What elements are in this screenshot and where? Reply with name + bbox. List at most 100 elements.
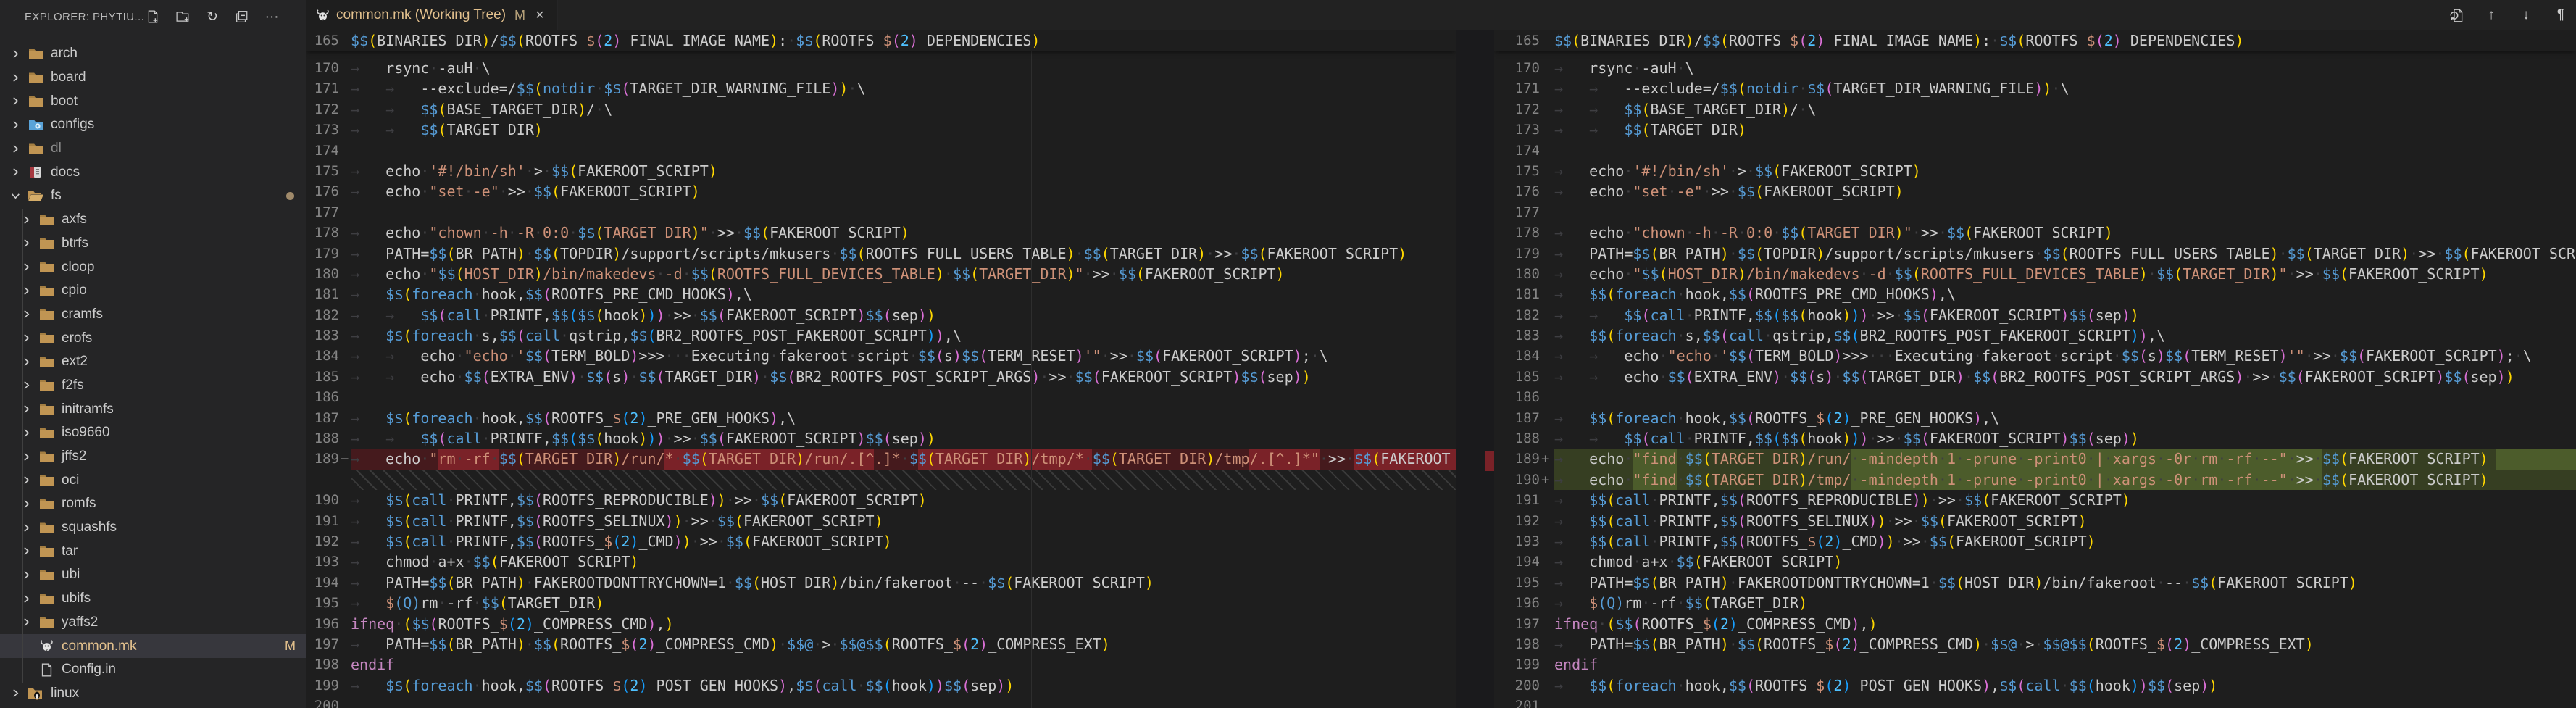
code-line-right-187[interactable]: 187→$$(foreach·hook,$$(ROOTFS_$(2)_PRE_G… [1494, 408, 2576, 428]
code-line-left-188[interactable]: 188→→$$(call·PRINTF,$$($$(hook)))·>>·$$(… [306, 428, 1456, 449]
open-file-icon[interactable] [2448, 7, 2464, 23]
code-line-left-194[interactable]: 194→PATH=$$(BR_PATH)·FAKEROOTDONTTRYCHOW… [306, 572, 1456, 593]
code-line-left-170[interactable]: 170→rsync·-auH·\ [306, 58, 1456, 78]
code-line-left-186[interactable]: 186 [306, 387, 1456, 407]
explorer-item-cloop[interactable]: cloop [0, 255, 306, 279]
more-actions-icon[interactable]: ··· [263, 8, 280, 25]
code-line-right-172[interactable]: 172→→$$(BASE_TARGET_DIR)/·\ [1494, 99, 2576, 120]
diff-line-added-right-190[interactable]: 190+→echo·"find·$$(TARGET_DIR)/tmp/·-min… [1494, 470, 2576, 490]
code-line-right-180[interactable]: 180→echo·"$$(HOST_DIR)/bin/makedevs·-d·$… [1494, 264, 2576, 284]
code-line-left-197[interactable]: 197→PATH=$$(BR_PATH)·$$(ROOTFS_$(2)_COMP… [306, 634, 1456, 654]
explorer-item-ext2[interactable]: ext2 [0, 350, 306, 374]
code-line-right-179[interactable]: 179→PATH=$$(BR_PATH)·$$(TOPDIR)/support/… [1494, 243, 2576, 264]
explorer-item-dl[interactable]: dl [0, 137, 306, 161]
diff-pane-original[interactable]: 170→rsync·-auH·\171→→--exclude=/$$(notdi… [306, 30, 1456, 708]
toggle-whitespace-icon[interactable]: ¶ [2553, 7, 2569, 23]
explorer-item-boot[interactable]: boot [0, 89, 306, 113]
new-folder-icon[interactable] [174, 8, 191, 25]
explorer-item-ubi[interactable]: ubi [0, 563, 306, 587]
explorer-item-Config.in[interactable]: Config.in [0, 658, 306, 682]
code-line-left-184[interactable]: 184→→echo·"echo·'$$(TERM_BOLD)>>>···Exec… [306, 346, 1456, 366]
code-line-left-192[interactable]: 192→$$(call·PRINTF,$$(ROOTFS_$(2)_CMD))·… [306, 531, 1456, 551]
explorer-item-linux[interactable]: linux [0, 682, 306, 706]
explorer-item-jffs2[interactable]: jffs2 [0, 445, 306, 469]
code-line-left-198[interactable]: 198endif [306, 654, 1456, 675]
code-line-right-184[interactable]: 184→→echo·"echo·'$$(TERM_BOLD)>>>···Exec… [1494, 346, 2576, 366]
code-line-left-180[interactable]: 180→echo·"$$(HOST_DIR)/bin/makedevs·-d·$… [306, 264, 1456, 284]
explorer-item-btrfs[interactable]: btrfs [0, 232, 306, 256]
code-line-left-177[interactable]: 177 [306, 202, 1456, 222]
code-line-left-193[interactable]: 193→chmod·a+x·$$(FAKEROOT_SCRIPT) [306, 551, 1456, 572]
diff-sash[interactable] [1456, 30, 1494, 708]
code-line-right-188[interactable]: 188→→$$(call·PRINTF,$$($$(hook)))·>>·$$(… [1494, 428, 2576, 449]
code-line-right-183[interactable]: 183→$$(foreach·s,$$(call·qstrip,$$(BR2_R… [1494, 325, 2576, 346]
code-line-left-199[interactable]: 199→$$(foreach·hook,$$(ROOTFS_$(2)_POST_… [306, 675, 1456, 696]
explorer-item-axfs[interactable]: axfs [0, 208, 306, 232]
code-line-right-171[interactable]: 171→→--exclude=/$$(notdir·$$(TARGET_DIR_… [1494, 78, 2576, 99]
diff-line-added-right-189[interactable]: 189+→echo·"find·$$(TARGET_DIR)/run/·-min… [1494, 449, 2576, 469]
explorer-item-squashfs[interactable]: squashfs [0, 516, 306, 540]
explorer-item-tar[interactable]: tar [0, 539, 306, 563]
code-line-left-182[interactable]: 182→→$$(call·PRINTF,$$($$(hook)))·>>·$$(… [306, 305, 1456, 325]
code-line-left-185[interactable]: 185→→echo·$$(EXTRA_ENV)·$$(s)·$$(TARGET_… [306, 367, 1456, 387]
code-line-left-191[interactable]: 191→$$(call·PRINTF,$$(ROOTFS_SELINUX))·>… [306, 511, 1456, 531]
code-line-left-195[interactable]: 195→$(Q)rm·-rf·$$(TARGET_DIR) [306, 593, 1456, 613]
explorer-item-ubifs[interactable]: ubifs [0, 587, 306, 611]
explorer-item-cpio[interactable]: cpio [0, 279, 306, 303]
code-line-right-191[interactable]: 191→$$(call·PRINTF,$$(ROOTFS_REPRODUCIBL… [1494, 490, 2576, 510]
code-line-right-176[interactable]: 176→echo·"set·-e"·>>·$$(FAKEROOT_SCRIPT) [1494, 181, 2576, 201]
code-line-right-193[interactable]: 193→$$(call·PRINTF,$$(ROOTFS_$(2)_CMD))·… [1494, 531, 2576, 551]
code-line-left-179[interactable]: 179→PATH=$$(BR_PATH)·$$(TOPDIR)/support/… [306, 243, 1456, 264]
explorer-item-fs[interactable]: fs [0, 184, 306, 208]
code-line-left-187[interactable]: 187→$$(foreach·hook,$$(ROOTFS_$(2)_PRE_G… [306, 408, 1456, 428]
code-line-left-171[interactable]: 171→→--exclude=/$$(notdir·$$(TARGET_DIR_… [306, 78, 1456, 99]
code-line-right-195[interactable]: 195→PATH=$$(BR_PATH)·FAKEROOTDONTTRYCHOW… [1494, 572, 2576, 593]
code-line-right-174[interactable]: 174 [1494, 141, 2576, 161]
refresh-icon[interactable]: ↻ [204, 8, 221, 25]
close-icon[interactable]: × [535, 7, 544, 24]
explorer-item-f2fs[interactable]: f2fs [0, 374, 306, 398]
code-line-left-174[interactable]: 174 [306, 141, 1456, 161]
code-line-left-190[interactable]: 190→$$(call·PRINTF,$$(ROOTFS_REPRODUCIBL… [306, 490, 1456, 510]
code-line-right-178[interactable]: 178→echo·"chown·-h·-R·0:0·$$(TARGET_DIR)… [1494, 222, 2576, 243]
code-line-right-170[interactable]: 170→rsync·-auH·\ [1494, 58, 2576, 78]
code-line-right-198[interactable]: 198→PATH=$$(BR_PATH)·$$(ROOTFS_$(2)_COMP… [1494, 634, 2576, 654]
code-line-right-185[interactable]: 185→→echo·$$(EXTRA_ENV)·$$(s)·$$(TARGET_… [1494, 367, 2576, 387]
code-line-right-201[interactable]: 201 [1494, 696, 2576, 708]
code-line-left-172[interactable]: 172→→$$(BASE_TARGET_DIR)/·\ [306, 99, 1456, 120]
code-line-left-196[interactable]: 196ifneq·($$(ROOTFS_$(2)_COMPRESS_CMD),) [306, 614, 1456, 634]
code-line-right-197[interactable]: 197ifneq·($$(ROOTFS_$(2)_COMPRESS_CMD),) [1494, 614, 2576, 634]
explorer-item-yaffs2[interactable]: yaffs2 [0, 611, 306, 635]
diff-line-removed-left-189[interactable]: 189−→echo·"rm·-rf·$$(TARGET_DIR)/run/*·$… [306, 449, 1456, 469]
code-line-right-173[interactable]: 173→→$$(TARGET_DIR) [1494, 120, 2576, 140]
explorer-item-docs[interactable]: docs [0, 160, 306, 184]
diff-pane-modified[interactable]: 170→rsync·-auH·\171→→--exclude=/$$(notdi… [1494, 30, 2576, 708]
explorer-item-arch[interactable]: arch [0, 42, 306, 66]
code-line-right-199[interactable]: 199endif [1494, 654, 2576, 675]
explorer-item-romfs[interactable]: romfs [0, 492, 306, 516]
code-line-right-196[interactable]: 196→$(Q)rm·-rf·$$(TARGET_DIR) [1494, 593, 2576, 613]
code-line-right-182[interactable]: 182→→$$(call·PRINTF,$$($$(hook)))·>>·$$(… [1494, 305, 2576, 325]
explorer-item-initramfs[interactable]: initramfs [0, 397, 306, 421]
code-line-right-177[interactable]: 177 [1494, 202, 2576, 222]
explorer-item-board[interactable]: board [0, 66, 306, 90]
explorer-item-iso9660[interactable]: iso9660 [0, 421, 306, 445]
code-line-right-186[interactable]: 186 [1494, 387, 2576, 407]
code-line-left-178[interactable]: 178→echo·"chown·-h·-R·0:0·$$(TARGET_DIR)… [306, 222, 1456, 243]
code-line-left-183[interactable]: 183→$$(foreach·s,$$(call·qstrip,$$(BR2_R… [306, 325, 1456, 346]
new-file-icon[interactable] [144, 8, 162, 25]
code-line-right-175[interactable]: 175→echo·'#!/bin/sh'·>·$$(FAKEROOT_SCRIP… [1494, 161, 2576, 181]
code-line-right-192[interactable]: 192→$$(call·PRINTF,$$(ROOTFS_SELINUX))·>… [1494, 511, 2576, 531]
explorer-item-oci[interactable]: oci [0, 468, 306, 492]
code-line-left-173[interactable]: 173→→$$(TARGET_DIR) [306, 120, 1456, 140]
code-line-left-175[interactable]: 175→echo·'#!/bin/sh'·>·$$(FAKEROOT_SCRIP… [306, 161, 1456, 181]
code-line-left-176[interactable]: 176→echo·"set·-e"·>>·$$(FAKEROOT_SCRIPT) [306, 181, 1456, 201]
tab-common-mk[interactable]: common.mk (Working Tree) M × [306, 0, 558, 30]
next-change-icon[interactable]: ↓ [2518, 7, 2534, 23]
code-line-right-194[interactable]: 194→chmod·a+x·$$(FAKEROOT_SCRIPT) [1494, 551, 2576, 572]
explorer-item-cramfs[interactable]: cramfs [0, 303, 306, 327]
code-line-right-200[interactable]: 200→$$(foreach·hook,$$(ROOTFS_$(2)_POST_… [1494, 675, 2576, 696]
code-line-right-181[interactable]: 181→$$(foreach·hook,$$(ROOTFS_PRE_CMD_HO… [1494, 284, 2576, 304]
previous-change-icon[interactable]: ↑ [2483, 7, 2499, 23]
collapse-folders-icon[interactable] [233, 8, 251, 25]
